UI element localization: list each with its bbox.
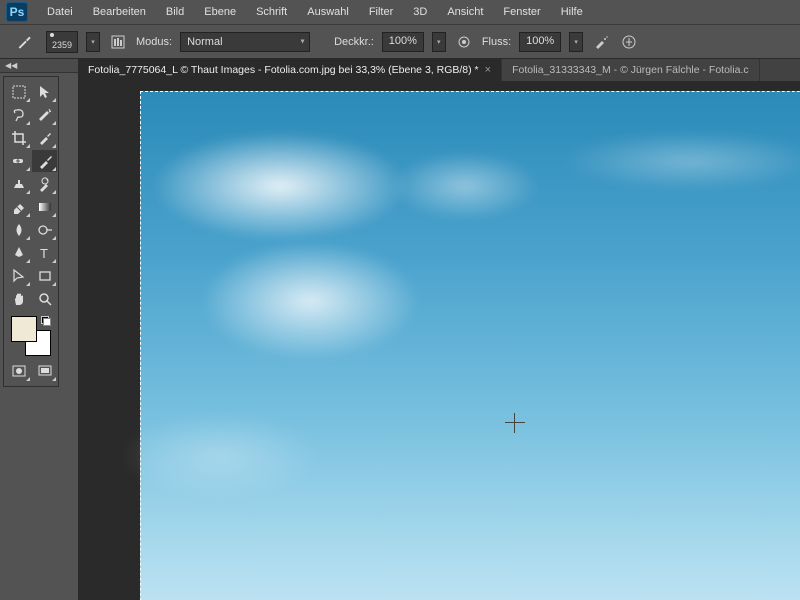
menu-fenster[interactable]: Fenster [494, 3, 549, 21]
brush-size-chip[interactable]: 2359 [46, 31, 78, 53]
brush-icon [16, 34, 32, 50]
document-tab-2[interactable]: Fotolia_31333343_M - © Jürgen Fälchle - … [502, 59, 760, 81]
pressure-size-icon[interactable] [619, 32, 639, 52]
quick-mask-tool[interactable] [6, 360, 31, 382]
options-bar: 2359 ▾ Modus: Normal Deckkr.: 100% ▾ Flu… [0, 25, 800, 59]
document-tabs: Fotolia_7775064_L © Thaut Images - Fotol… [78, 59, 800, 81]
eraser-tool[interactable] [6, 196, 31, 218]
clone-stamp-tool[interactable] [6, 173, 31, 195]
menu-schrift[interactable]: Schrift [247, 3, 296, 21]
foreground-color[interactable] [11, 316, 37, 342]
opacity-input[interactable]: 100% [382, 32, 424, 52]
app-logo: Ps [6, 2, 28, 22]
swap-colors-icon[interactable] [41, 316, 51, 326]
brush-size-value: 2359 [52, 40, 72, 50]
dodge-tool[interactable] [32, 219, 57, 241]
brush-panel-toggle-icon[interactable] [108, 32, 128, 52]
eyedropper-tool[interactable] [32, 127, 57, 149]
close-icon[interactable]: × [485, 64, 491, 76]
menu-filter[interactable]: Filter [360, 3, 402, 21]
tool-preset-picker[interactable] [10, 28, 38, 56]
menu-datei[interactable]: Datei [38, 3, 82, 21]
document-canvas[interactable] [140, 91, 800, 600]
blur-tool[interactable] [6, 219, 31, 241]
hand-tool[interactable] [6, 288, 31, 310]
pen-tool[interactable] [6, 242, 31, 264]
flow-dropdown[interactable]: ▾ [569, 32, 583, 52]
toolbox: T [3, 76, 59, 387]
marquee-tool[interactable] [6, 81, 31, 103]
zoom-tool[interactable] [32, 288, 57, 310]
brush-tool[interactable] [32, 150, 57, 172]
mode-label: Modus: [136, 36, 172, 48]
menubar: Ps Datei Bearbeiten Bild Ebene Schrift A… [0, 0, 800, 25]
rectangle-tool[interactable] [32, 265, 57, 287]
svg-text:T: T [40, 246, 48, 261]
lasso-tool[interactable] [6, 104, 31, 126]
menu-3d[interactable]: 3D [404, 3, 436, 21]
document-tab-1[interactable]: Fotolia_7775064_L © Thaut Images - Fotol… [78, 59, 502, 81]
menu-bearbeiten[interactable]: Bearbeiten [84, 3, 155, 21]
image-content [140, 91, 800, 600]
flow-label: Fluss: [482, 36, 511, 48]
type-tool[interactable]: T [32, 242, 57, 264]
blend-mode-value: Normal [187, 36, 222, 48]
menu-hilfe[interactable]: Hilfe [552, 3, 592, 21]
move-tool[interactable] [32, 81, 57, 103]
color-swatches[interactable] [9, 316, 53, 356]
blend-mode-select[interactable]: Normal [180, 32, 310, 52]
screen-mode-tool[interactable] [32, 360, 57, 382]
brush-size-dropdown[interactable]: ▾ [86, 32, 100, 52]
airbrush-icon[interactable] [591, 32, 611, 52]
opacity-dropdown[interactable]: ▾ [432, 32, 446, 52]
crop-tool[interactable] [6, 127, 31, 149]
document-tab-1-label: Fotolia_7775064_L © Thaut Images - Fotol… [88, 64, 479, 76]
menu-ebene[interactable]: Ebene [195, 3, 245, 21]
pressure-opacity-icon[interactable] [454, 32, 474, 52]
gradient-tool[interactable] [32, 196, 57, 218]
opacity-label: Deckkr.: [334, 36, 374, 48]
document-tab-2-label: Fotolia_31333343_M - © Jürgen Fälchle - … [512, 64, 749, 76]
healing-brush-tool[interactable] [6, 150, 31, 172]
canvas-area[interactable] [78, 81, 800, 600]
menu-bild[interactable]: Bild [157, 3, 193, 21]
magic-wand-tool[interactable] [32, 104, 57, 126]
menu-auswahl[interactable]: Auswahl [298, 3, 358, 21]
path-selection-tool[interactable] [6, 265, 31, 287]
flow-input[interactable]: 100% [519, 32, 561, 52]
menu-ansicht[interactable]: Ansicht [438, 3, 492, 21]
toolbox-collapse-strip[interactable]: ◀◀ [0, 59, 78, 73]
history-brush-tool[interactable] [32, 173, 57, 195]
